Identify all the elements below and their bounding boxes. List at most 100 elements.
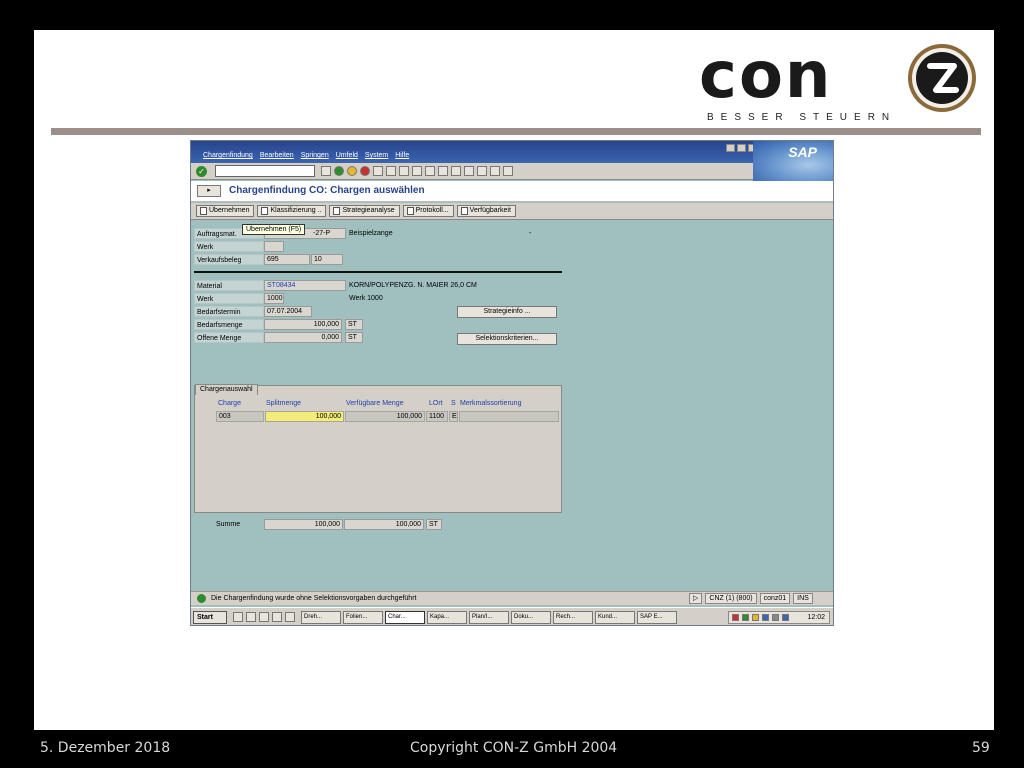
new-session-icon[interactable] <box>464 166 474 176</box>
find-next-icon[interactable] <box>399 166 409 176</box>
status-system[interactable]: CNZ (1) (800) <box>705 593 757 604</box>
desktop-icon[interactable] <box>246 612 256 622</box>
con-z-logo: con BESSER STEUERN <box>699 42 989 132</box>
outlook-icon[interactable] <box>259 612 269 622</box>
bedarfsmenge-unit[interactable]: ST <box>345 319 363 330</box>
offene-menge-field[interactable]: 0,000 <box>264 332 342 343</box>
find-icon[interactable] <box>386 166 396 176</box>
menu-system[interactable]: System <box>365 152 388 159</box>
success-check-icon <box>197 594 206 603</box>
back-icon[interactable] <box>334 166 344 176</box>
tray-icon-2[interactable] <box>742 614 749 621</box>
title-icon[interactable]: ▸ <box>197 185 221 197</box>
row-charge[interactable]: 003 <box>216 411 264 422</box>
explorer-icon[interactable] <box>272 612 282 622</box>
footer-date: 5. Dezember 2018 <box>40 740 171 756</box>
start-button[interactable]: Start <box>193 611 227 624</box>
minimize-icon[interactable] <box>726 144 735 152</box>
command-field[interactable] <box>215 165 315 177</box>
task-rech[interactable]: Rech... <box>553 611 593 624</box>
col-merkmal[interactable]: Merkmalssortierung <box>460 400 521 407</box>
row-s[interactable]: E <box>449 411 458 422</box>
status-expand-icon[interactable]: ▷ <box>689 593 703 604</box>
task-folien[interactable]: Folien... <box>343 611 383 624</box>
print-icon[interactable] <box>373 166 383 176</box>
exit-icon[interactable] <box>347 166 357 176</box>
menu-umfeld[interactable]: Umfeld <box>336 152 358 159</box>
row-splitmenge-input[interactable]: 100,000 <box>265 411 344 422</box>
verfuegbarkeit-button[interactable]: Verfügbarkeit <box>456 205 516 217</box>
strategieinfo-button[interactable]: Strategieinfo ... <box>457 306 557 318</box>
sap-window: Chargenfindung Bearbeiten Springen Umfel… <box>190 140 834 626</box>
bedarfsmenge-label: Bedarfsmenge <box>194 319 264 330</box>
summe-unit: ST <box>426 519 442 530</box>
uebernehmen-button[interactable]: Übernehmen <box>196 205 255 217</box>
cancel-icon[interactable] <box>360 166 370 176</box>
app-icon[interactable] <box>285 612 295 622</box>
layout-menu-icon[interactable] <box>503 166 513 176</box>
task-plan[interactable]: Plan/I... <box>469 611 509 624</box>
klassifizierung-button[interactable]: Klassifizierung .. <box>257 205 327 217</box>
verkaufsbeleg-field[interactable]: 695 <box>264 254 310 265</box>
arrow-icon <box>333 207 341 215</box>
last-page-icon[interactable] <box>451 166 461 176</box>
enter-check-icon[interactable]: ✓ <box>196 166 207 177</box>
application-toolbar: Übernehmen Klassifizierung .. Strategiea… <box>191 203 833 220</box>
menu-chargenfindung[interactable]: Chargenfindung <box>203 152 253 159</box>
prev-page-icon[interactable] <box>425 166 435 176</box>
task-kund[interactable]: Kund... <box>595 611 635 624</box>
row-merkmal[interactable] <box>459 411 559 422</box>
col-lort[interactable]: LOrt <box>429 400 443 407</box>
chargenauswahl-tab[interactable]: Chargenauswahl <box>195 384 258 395</box>
tray-icon-1[interactable] <box>732 614 739 621</box>
tray-icon-4[interactable] <box>762 614 769 621</box>
task-kapa[interactable]: Kapa... <box>427 611 467 624</box>
menu-hilfe[interactable]: Hilfe <box>395 152 409 159</box>
status-user[interactable]: conz01 <box>759 593 791 604</box>
material-field[interactable]: ST08434 <box>264 280 346 291</box>
auftragsmat-desc: Beispielzange <box>349 230 393 237</box>
bedarfsmenge-field[interactable]: 100,000 <box>264 319 342 330</box>
uebernehmen-label: Übernehmen <box>209 207 250 214</box>
col-splitmenge[interactable]: Splitmenge <box>266 400 301 407</box>
task-char[interactable]: Char... <box>385 611 425 624</box>
ie-icon[interactable] <box>233 612 243 622</box>
restore-icon[interactable] <box>737 144 746 152</box>
next-page-icon[interactable] <box>438 166 448 176</box>
col-s[interactable]: S <box>451 400 456 407</box>
tray-icon-5[interactable] <box>772 614 779 621</box>
col-verfuegbar[interactable]: Verfügbare Menge <box>346 400 404 407</box>
protokoll-button[interactable]: Protokoll... <box>402 205 454 217</box>
klassifizierung-label: Klassifizierung .. <box>270 207 322 214</box>
save-icon[interactable] <box>321 166 331 176</box>
selektionskriterien-button[interactable]: Selektionskriterien... <box>457 333 557 345</box>
werk-field[interactable] <box>264 241 284 252</box>
verkaufsbeleg-pos-field[interactable]: 10 <box>311 254 343 265</box>
col-charge[interactable]: Charge <box>218 400 241 407</box>
row-verfuegbar[interactable]: 100,000 <box>345 411 425 422</box>
offene-menge-unit[interactable]: ST <box>345 332 363 343</box>
tray-icon-3[interactable] <box>752 614 759 621</box>
task-dreh[interactable]: Dreh... <box>301 611 341 624</box>
tray-icon-6[interactable] <box>782 614 789 621</box>
header-rule <box>51 128 981 135</box>
menu-springen[interactable]: Springen <box>301 152 329 159</box>
first-page-icon[interactable] <box>412 166 422 176</box>
werk2-field[interactable]: 1000 <box>264 293 284 304</box>
arrow-icon <box>406 207 414 215</box>
system-toolbar: ✓ <box>191 163 753 180</box>
menu-bearbeiten[interactable]: Bearbeiten <box>260 152 294 159</box>
quick-launch <box>233 612 295 622</box>
help-icon[interactable] <box>490 166 500 176</box>
task-doku[interactable]: Doku... <box>511 611 551 624</box>
bedarfstermin-field[interactable]: 07.07.2004 <box>264 306 312 317</box>
werk-label: Werk <box>194 241 264 252</box>
row-lort[interactable]: 1100 <box>426 411 448 422</box>
task-sap-e[interactable]: SAP E... <box>637 611 677 624</box>
strategieanalyse-button[interactable]: Strategieanalyse <box>329 205 400 217</box>
status-mode[interactable]: INS <box>793 593 813 604</box>
sap-titlebar: Chargenfindung Bearbeiten Springen Umfel… <box>191 141 833 163</box>
clock[interactable]: 12:02 <box>807 612 825 623</box>
shortcut-icon[interactable] <box>477 166 487 176</box>
sap-logo: SAP <box>788 144 817 160</box>
